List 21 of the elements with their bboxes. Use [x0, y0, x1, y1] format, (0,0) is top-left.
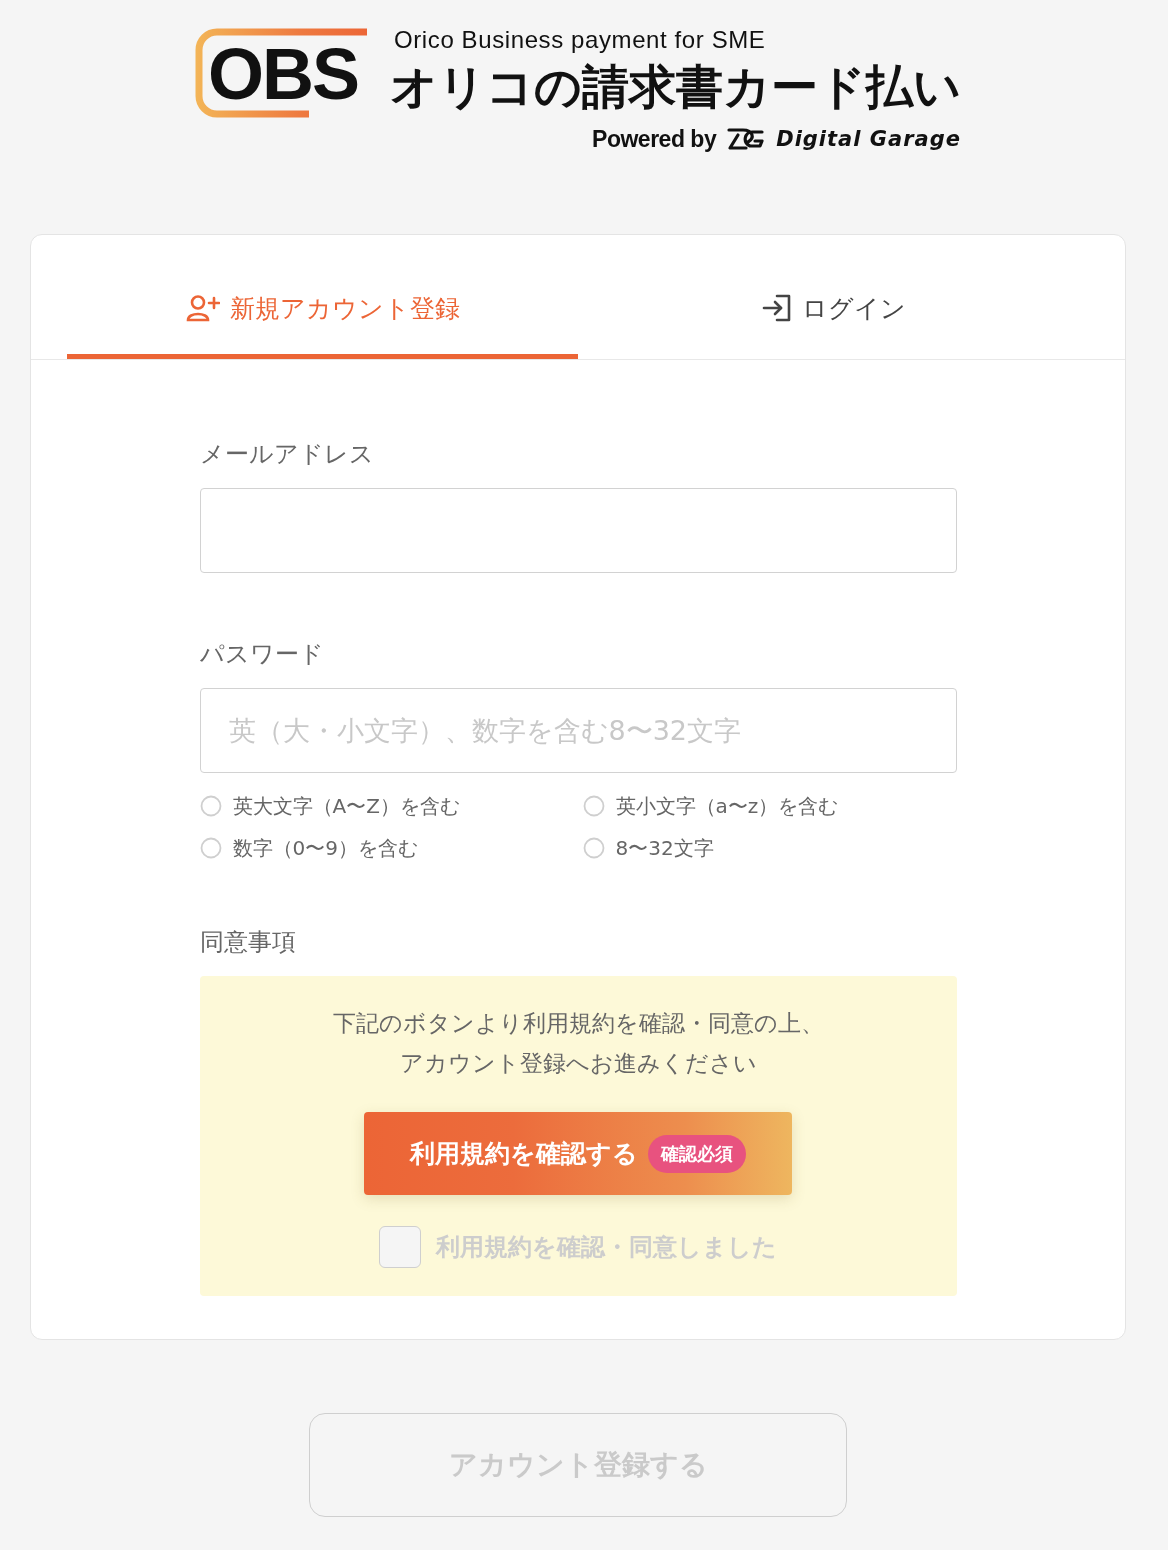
- agreement-notice: 下記のボタンより利用規約を確認・同意の上、アカウント登録へお進みください: [331, 1009, 825, 1078]
- field-label: メールアドレス: [199, 439, 375, 470]
- required-badge: 確認必須: [648, 1134, 746, 1173]
- field-label: 同意事項: [199, 927, 297, 958]
- email-field[interactable]: [199, 488, 957, 573]
- powered-by-text: Powered by: [592, 125, 717, 154]
- tab[interactable]: ログイン: [578, 235, 1089, 359]
- requirement-text: 英小文字（a〜z）を含む: [615, 792, 839, 820]
- partner-name: Digital Garage: [776, 126, 961, 153]
- partner-logo-icon: [726, 126, 767, 152]
- field-label: パスワード: [199, 639, 325, 670]
- requirement-text: 8〜32文字: [615, 834, 714, 862]
- tab[interactable]: 新規アカウント登録: [67, 235, 578, 359]
- user-plus-icon: [185, 294, 220, 322]
- requirement-text: 英大文字（A〜Z）を含む: [232, 792, 460, 820]
- tagline: Orico Business payment for SME: [393, 28, 767, 52]
- logo: OBS: [195, 28, 370, 118]
- requirement-text: 数字（0〜9）を含む: [232, 834, 418, 862]
- service-name: オリコの請求書カード払い: [390, 58, 961, 116]
- terms-button[interactable]: 利用規約を確認する 確認必須: [364, 1112, 792, 1195]
- login-icon: [761, 293, 792, 323]
